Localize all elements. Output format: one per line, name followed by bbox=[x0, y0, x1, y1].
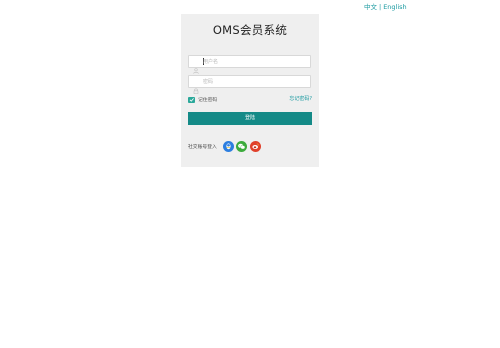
social-login-label: 社交账号登入 bbox=[188, 144, 217, 150]
wechat-icon[interactable] bbox=[236, 141, 247, 152]
language-switch: 中文 | English bbox=[364, 2, 407, 12]
username-field[interactable] bbox=[188, 55, 311, 74]
username-input[interactable] bbox=[203, 56, 307, 67]
forgot-password-link[interactable]: 忘记密码? bbox=[289, 96, 312, 103]
social-login-row: 社交账号登入 bbox=[188, 141, 312, 153]
page-title: OMS会员系统 bbox=[212, 23, 288, 37]
login-button[interactable]: 登陆 bbox=[188, 112, 312, 125]
remember-row: 记住密码 忘记密码? bbox=[188, 96, 312, 104]
weibo-icon[interactable] bbox=[250, 141, 261, 152]
login-panel: OMS会员系统 用户名 记住密码 忘记密码? 登陆 社交账号登入 bbox=[181, 14, 319, 167]
lock-icon bbox=[193, 79, 199, 94]
lang-chinese-link[interactable]: 中文 bbox=[364, 3, 377, 11]
remember-checkbox[interactable] bbox=[188, 96, 195, 103]
lang-separator: | bbox=[379, 3, 382, 11]
password-input[interactable] bbox=[203, 76, 307, 87]
check-icon bbox=[189, 98, 194, 102]
remember-label: 记住密码 bbox=[198, 97, 218, 103]
password-field[interactable] bbox=[188, 75, 311, 94]
user-icon bbox=[193, 59, 199, 74]
lang-english-link[interactable]: English bbox=[383, 3, 406, 11]
login-page: 中文 | English OMS会员系统 用户名 记住密码 忘记密码? 登陆 社… bbox=[0, 0, 500, 348]
qq-icon[interactable] bbox=[223, 141, 234, 152]
